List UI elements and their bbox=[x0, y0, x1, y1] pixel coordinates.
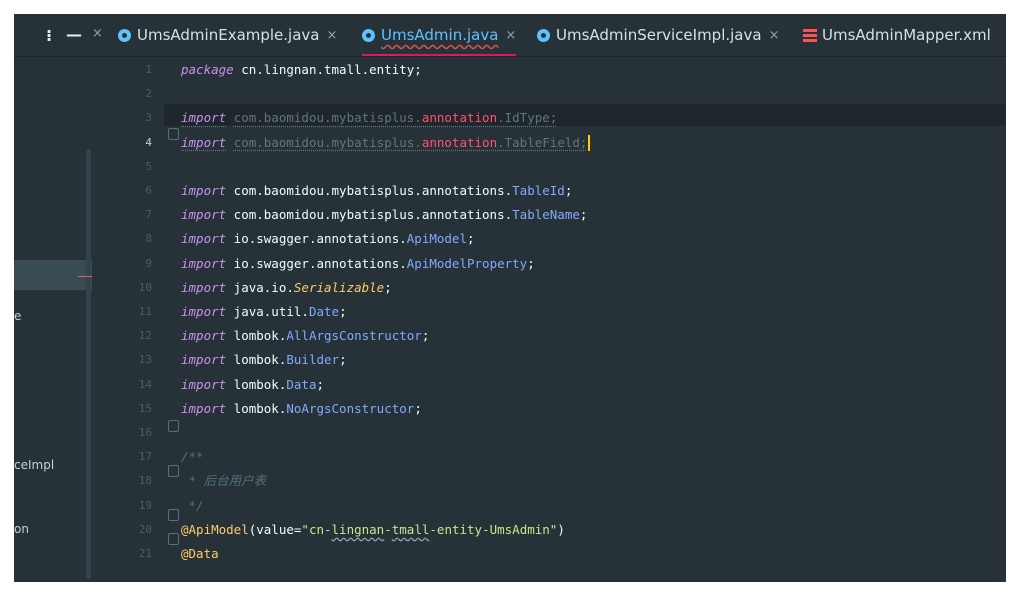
code-line[interactable]: import lombok.Data; bbox=[181, 374, 324, 396]
line-number: 15 bbox=[138, 401, 152, 415]
line-number: 20 bbox=[138, 522, 152, 536]
line-number: 4 bbox=[145, 135, 152, 149]
code-line[interactable]: */ bbox=[181, 495, 204, 517]
tab-label: UmsAdminExample.java bbox=[137, 26, 320, 44]
java-class-icon bbox=[118, 28, 131, 42]
tree-item-fragment[interactable]: e bbox=[14, 309, 21, 323]
code-line[interactable]: @ApiModel(value="cn-lingnan-tmall-entity… bbox=[181, 519, 565, 541]
xml-file-icon bbox=[803, 28, 817, 42]
tree-item-fragment[interactable]: ceImpl bbox=[14, 458, 54, 472]
line-number: 2 bbox=[145, 87, 152, 101]
code-line[interactable]: import io.swagger.annotations.ApiModel; bbox=[181, 228, 475, 250]
line-number: 8 bbox=[145, 232, 152, 246]
line-number: 21 bbox=[138, 547, 152, 560]
fold-marker-icon[interactable] bbox=[168, 465, 179, 477]
code-line[interactable]: import com.baomidou.mybatisplus.annotati… bbox=[181, 180, 572, 202]
tab-close-icon[interactable]: × bbox=[769, 28, 780, 43]
code-line[interactable]: package cn.lingnan.tmall.entity; bbox=[181, 59, 422, 81]
tab-ums-admin-service-impl[interactable]: UmsAdminServiceImpl.java × bbox=[537, 14, 779, 56]
line-number: 5 bbox=[145, 159, 152, 173]
code-line[interactable]: import io.swagger.annotations.ApiModelPr… bbox=[181, 253, 535, 275]
close-icon[interactable]: × bbox=[92, 26, 103, 41]
code-line[interactable]: import lombok.Builder; bbox=[181, 349, 347, 371]
line-number: 11 bbox=[138, 305, 152, 318]
code-line[interactable]: import lombok.NoArgsConstructor; bbox=[181, 398, 422, 420]
line-number: 13 bbox=[138, 353, 152, 367]
line-number: 10 bbox=[138, 280, 152, 294]
line-number: 7 bbox=[145, 208, 152, 222]
tree-item-fragment[interactable]: on bbox=[14, 522, 29, 536]
pin-icon[interactable]: ʼ bbox=[18, 14, 23, 21]
panel-scrollbar[interactable] bbox=[86, 149, 91, 579]
code-line[interactable]: import com.baomidou.mybatisplus.annotati… bbox=[181, 132, 591, 154]
tab-close-icon[interactable]: × bbox=[326, 28, 337, 43]
line-number: 19 bbox=[138, 498, 152, 512]
code-line[interactable]: import lombok.AllArgsConstructor; bbox=[181, 325, 429, 347]
editor-tab-bar: ʼ ⁝ — × UmsAdminExample.java × UmsAdmin.… bbox=[14, 14, 1006, 57]
line-number: 17 bbox=[138, 450, 152, 464]
tab-ums-admin-example[interactable]: UmsAdminExample.java × bbox=[118, 14, 337, 56]
line-number-gutter: 1 2 3 4 5 6 7 8 9 10 11 12 13 14 15 16 17 18 19 20 21 bbox=[92, 57, 164, 582]
fold-marker-icon[interactable] bbox=[168, 533, 179, 545]
line-number: 9 bbox=[145, 256, 152, 270]
line-number: 16 bbox=[138, 426, 152, 439]
selected-tree-item[interactable] bbox=[14, 260, 92, 290]
fold-marker-icon[interactable] bbox=[168, 420, 179, 432]
line-number: 14 bbox=[138, 377, 152, 391]
line-number: 12 bbox=[138, 329, 152, 343]
tab-close-icon[interactable]: × bbox=[505, 28, 516, 43]
line-number: 3 bbox=[145, 111, 152, 125]
java-class-icon bbox=[362, 28, 375, 42]
tab-ums-admin-mapper-xml[interactable]: UmsAdminMapper.xml bbox=[803, 14, 991, 56]
code-line[interactable]: import com.baomidou.mybatisplus.annotati… bbox=[181, 107, 557, 129]
code-line[interactable]: import java.util.Date; bbox=[181, 301, 347, 323]
ide-window: ʼ ⁝ — × UmsAdminExample.java × UmsAdmin.… bbox=[14, 14, 1006, 582]
project-panel: e ceImpl on bbox=[14, 57, 94, 582]
code-line[interactable]: /** bbox=[181, 446, 204, 468]
more-options-icon[interactable]: ⁝ bbox=[46, 26, 52, 45]
minimize-icon[interactable]: — bbox=[66, 25, 82, 44]
java-class-icon bbox=[537, 28, 550, 42]
code-line[interactable]: * 后台用户表 bbox=[181, 470, 267, 492]
fold-marker-icon[interactable] bbox=[168, 509, 179, 521]
code-line[interactable]: @Data bbox=[181, 543, 219, 565]
code-line[interactable]: import com.baomidou.mybatisplus.annotati… bbox=[181, 204, 587, 226]
fold-marker-icon[interactable] bbox=[168, 128, 179, 140]
tab-label: UmsAdminMapper.xml bbox=[822, 26, 991, 44]
line-number: 6 bbox=[145, 184, 152, 197]
line-number: 18 bbox=[138, 474, 152, 488]
code-line[interactable]: import java.io.Serializable; bbox=[181, 277, 392, 299]
tab-label: UmsAdminServiceImpl.java bbox=[556, 26, 762, 44]
tab-ums-admin[interactable]: UmsAdmin.java × bbox=[362, 14, 517, 56]
tab-label: UmsAdmin.java bbox=[381, 26, 499, 44]
line-number: 1 bbox=[145, 63, 152, 76]
